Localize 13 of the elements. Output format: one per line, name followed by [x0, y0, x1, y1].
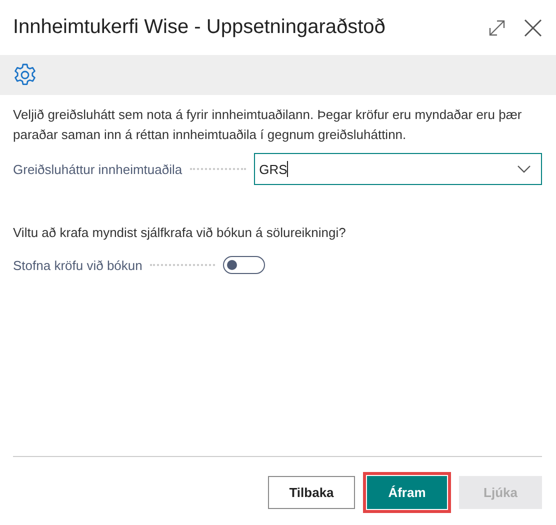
- window-title: Innheimtukerfi Wise - Uppsetningaraðstoð: [13, 16, 386, 39]
- question-text: Viltu að krafa myndist sjálfkrafa við bókun á sölureikningi?: [13, 225, 347, 240]
- instruction-text: Veljið greiðsluhátt sem nota á fyrir innheimtuaðilann. Þegar kröfur eru myndaðar eru þær paraðar saman inn á réttan innheimtuaðila í gegnum greiðsluháttinn.: [13, 106, 523, 144]
- wizard-button[interactable]: Áfram: [367, 476, 447, 509]
- wizard-button[interactable]: Tilbaka: [268, 476, 355, 509]
- expand-icon[interactable]: [488, 18, 506, 36]
- toggle-label: Stofna kröfu við bókun: [13, 258, 142, 272]
- field-label: Greiðsluháttur innheimtuaðila: [13, 162, 182, 176]
- close-icon[interactable]: [524, 18, 542, 36]
- payment-method-dropdown[interactable]: GRS: [254, 153, 542, 185]
- settings-icon[interactable]: [13, 63, 37, 87]
- toggle-switch[interactable]: [223, 256, 266, 274]
- chevron-down-icon[interactable]: [517, 165, 531, 173]
